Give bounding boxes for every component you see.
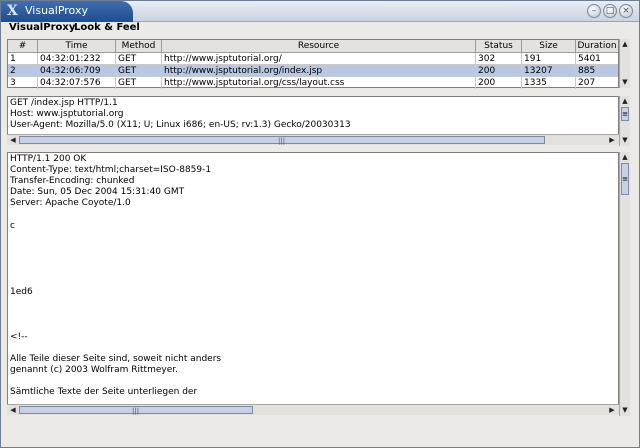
response-horizontal-scrollbar[interactable]: ◀ ||| ▶ — [7, 404, 619, 415]
cell-size: 191 — [522, 53, 576, 65]
scroll-thumb[interactable]: ||| — [19, 406, 253, 415]
maximize-icon[interactable]: □ — [603, 4, 617, 18]
close-icon[interactable]: × — [619, 4, 633, 18]
minimize-icon[interactable]: – — [587, 4, 601, 18]
cell-duration: 5401 — [578, 54, 601, 64]
response-text-area[interactable]: HTTP/1.1 200 OK Content-Type: text/html;… — [7, 152, 619, 404]
table-row-selected[interactable]: 2 04:32:06:709 GET http://www.jsptutoria… — [8, 65, 618, 77]
split-divider[interactable] — [1, 91, 639, 95]
cell-time: 04:32:01:232 — [38, 53, 116, 65]
cell-resource: http://www.jsptutorial.org/index.jsp — [162, 65, 476, 77]
scroll-up-icon[interactable]: ▲ — [620, 39, 630, 49]
scroll-thumb[interactable]: ≡ — [621, 163, 629, 195]
column-header-method[interactable]: Method — [116, 40, 162, 52]
table-row[interactable]: 1 04:32:01:232 GET http://www.jsptutoria… — [8, 53, 618, 65]
cell-resource: http://www.jsptutorial.org/ — [162, 53, 476, 65]
response-vertical-scrollbar[interactable]: ▲ ≡ ▼ — [619, 152, 630, 416]
request-text-area[interactable]: GET /index.jsp HTTP/1.1 Host: www.jsptut… — [7, 96, 619, 134]
menu-visualproxy[interactable]: VisualProxy — [9, 22, 75, 33]
cell-size: 13207 — [522, 65, 576, 77]
cell-time: 04:32:07:576 — [38, 77, 116, 89]
column-header-time[interactable]: Time — [38, 40, 116, 52]
x-logo-icon: X — [7, 3, 18, 19]
response-text: HTTP/1.1 200 OK Content-Type: text/html;… — [10, 154, 222, 397]
cell-duration: 207 — [578, 78, 596, 88]
scroll-down-icon[interactable]: ▼ — [620, 135, 630, 145]
cell-resource: http://www.jsptutorial.org/css/layout.cs… — [162, 77, 476, 89]
scroll-left-icon[interactable]: ◀ — [8, 405, 18, 415]
cell-number: 1 — [8, 53, 38, 65]
window-title: VisualProxy — [25, 4, 88, 17]
cell-number: 2 — [8, 65, 38, 77]
grip-icon: ||| — [278, 137, 286, 145]
cell-number: 3 — [8, 77, 38, 89]
cell-duration: 885 — [578, 66, 596, 76]
scroll-down-icon[interactable]: ▼ — [620, 405, 630, 415]
scroll-thumb[interactable]: ≡ — [621, 107, 629, 121]
cell-method: GET — [116, 65, 162, 77]
request-vertical-scrollbar[interactable]: ▲ ≡ ▼ — [619, 96, 630, 146]
scroll-right-icon[interactable]: ▶ — [607, 405, 617, 415]
table-header: # Time Method Resource Status Size Durat… — [8, 40, 618, 53]
scroll-down-icon[interactable]: ▼ — [620, 77, 630, 87]
scroll-right-icon[interactable]: ▶ — [607, 135, 617, 145]
table-vertical-scrollbar[interactable]: ▲ ▼ — [619, 39, 630, 88]
request-table: # Time Method Resource Status Size Durat… — [7, 39, 619, 89]
cell-status: 200 — [476, 65, 522, 77]
cell-time: 04:32:06:709 — [38, 65, 116, 77]
cell-method: GET — [116, 77, 162, 89]
main-window: X VisualProxy – □ × VisualProxy Look & F… — [0, 0, 640, 448]
column-header-number[interactable]: # — [8, 40, 38, 52]
column-header-size[interactable]: Size — [522, 40, 576, 52]
column-header-duration[interactable]: Duration — [576, 40, 618, 52]
request-horizontal-scrollbar[interactable]: ◀ ||| ▶ — [7, 134, 619, 145]
cell-method: GET — [116, 53, 162, 65]
cell-status: 200 — [476, 77, 522, 89]
table-row[interactable]: 3 04:32:07:576 GET http://www.jsptutoria… — [8, 77, 618, 89]
column-header-status[interactable]: Status — [476, 40, 522, 52]
request-text: GET /index.jsp HTTP/1.1 Host: www.jsptut… — [10, 98, 351, 131]
split-divider[interactable] — [1, 147, 639, 151]
scroll-thumb[interactable]: ||| — [19, 136, 545, 145]
grip-icon: ||| — [132, 407, 140, 415]
menu-look-and-feel[interactable]: Look & Feel — [74, 22, 140, 33]
scroll-left-icon[interactable]: ◀ — [8, 135, 18, 145]
scroll-up-icon[interactable]: ▲ — [620, 152, 630, 162]
cell-status: 302 — [476, 53, 522, 65]
column-header-resource[interactable]: Resource — [162, 40, 476, 52]
title-tab: X VisualProxy — [1, 1, 133, 22]
cell-size: 1335 — [522, 77, 576, 89]
menu-bar: VisualProxy Look & Feel — [1, 22, 639, 37]
scroll-up-icon[interactable]: ▲ — [620, 96, 630, 106]
title-bar[interactable]: X VisualProxy – □ × — [1, 1, 639, 22]
